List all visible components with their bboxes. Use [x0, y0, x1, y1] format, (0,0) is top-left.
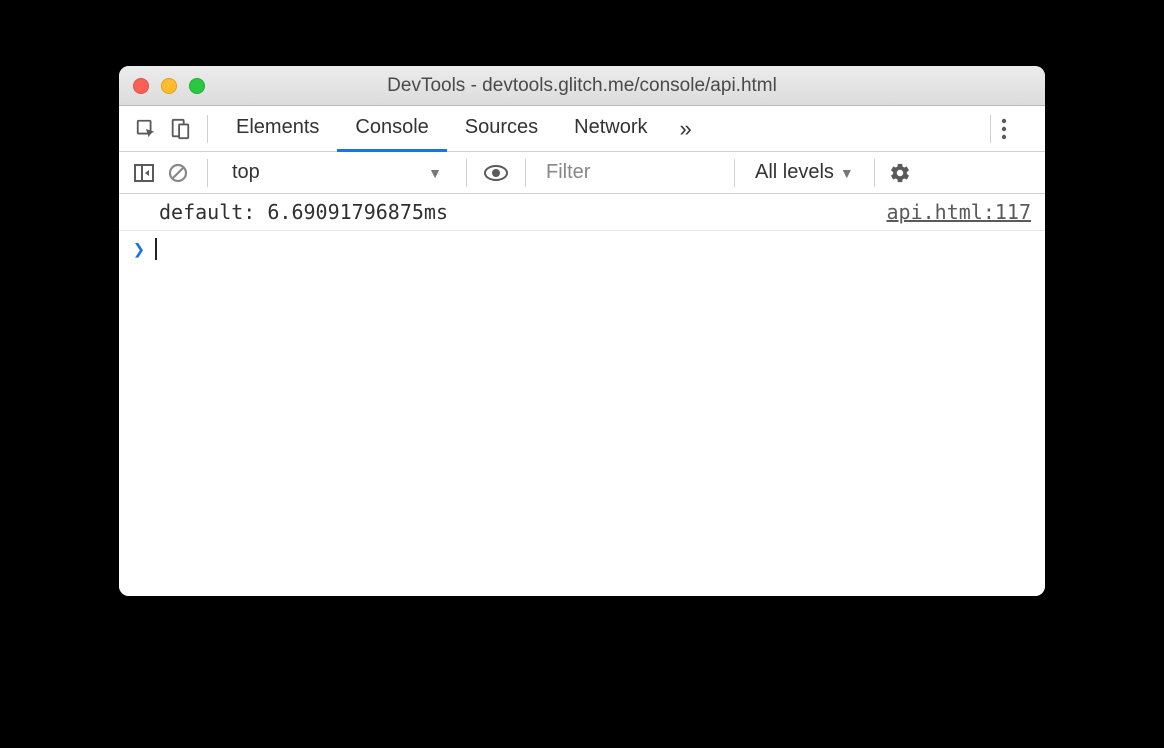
devtools-window: DevTools - devtools.glitch.me/console/ap…: [119, 66, 1045, 596]
close-icon[interactable]: [133, 78, 149, 94]
tabs-list: Elements Console Sources Network »: [218, 106, 706, 151]
tab-network[interactable]: Network: [556, 107, 665, 152]
context-value: top: [232, 161, 260, 184]
separator: [207, 159, 208, 187]
log-row: default: 6.69091796875ms api.html:117: [119, 194, 1045, 231]
console-toolbar: top ▼ All levels ▼: [119, 152, 1045, 194]
tabs-overflow-icon[interactable]: »: [666, 116, 706, 142]
separator: [990, 115, 991, 143]
text-cursor: [155, 238, 157, 260]
filter-input[interactable]: [540, 158, 720, 188]
panel-tabs: Elements Console Sources Network »: [119, 106, 1045, 152]
device-toolbar-icon[interactable]: [163, 112, 197, 146]
separator: [874, 159, 875, 187]
window-title: DevTools - devtools.glitch.me/console/ap…: [119, 75, 1045, 97]
separator: [734, 159, 735, 187]
tab-elements[interactable]: Elements: [218, 107, 337, 152]
log-message: default: 6.69091796875ms: [159, 200, 448, 224]
minimize-icon[interactable]: [161, 78, 177, 94]
zoom-icon[interactable]: [189, 78, 205, 94]
separator: [525, 159, 526, 187]
separator: [466, 159, 467, 187]
clear-console-icon[interactable]: [163, 158, 193, 188]
console-prompt[interactable]: ❯: [119, 231, 1045, 267]
prompt-caret-icon: ❯: [133, 237, 145, 261]
settings-icon[interactable]: [889, 162, 923, 184]
log-levels-selector[interactable]: All levels ▼: [749, 161, 860, 184]
chevron-down-icon: ▼: [840, 165, 854, 181]
traffic-lights: [133, 78, 205, 94]
console-output: default: 6.69091796875ms api.html:117 ❯: [119, 194, 1045, 596]
context-selector[interactable]: top ▼: [222, 158, 452, 188]
chevron-down-icon: ▼: [428, 165, 442, 181]
levels-label: All levels: [755, 161, 834, 184]
live-expression-icon[interactable]: [481, 158, 511, 188]
toggle-sidebar-icon[interactable]: [129, 158, 159, 188]
titlebar: DevTools - devtools.glitch.me/console/ap…: [119, 66, 1045, 106]
log-source-link[interactable]: api.html:117: [887, 200, 1032, 224]
separator: [207, 115, 208, 143]
tab-sources[interactable]: Sources: [447, 107, 556, 152]
menu-icon[interactable]: [1001, 118, 1035, 140]
tab-console[interactable]: Console: [337, 107, 446, 152]
inspect-element-icon[interactable]: [129, 112, 163, 146]
